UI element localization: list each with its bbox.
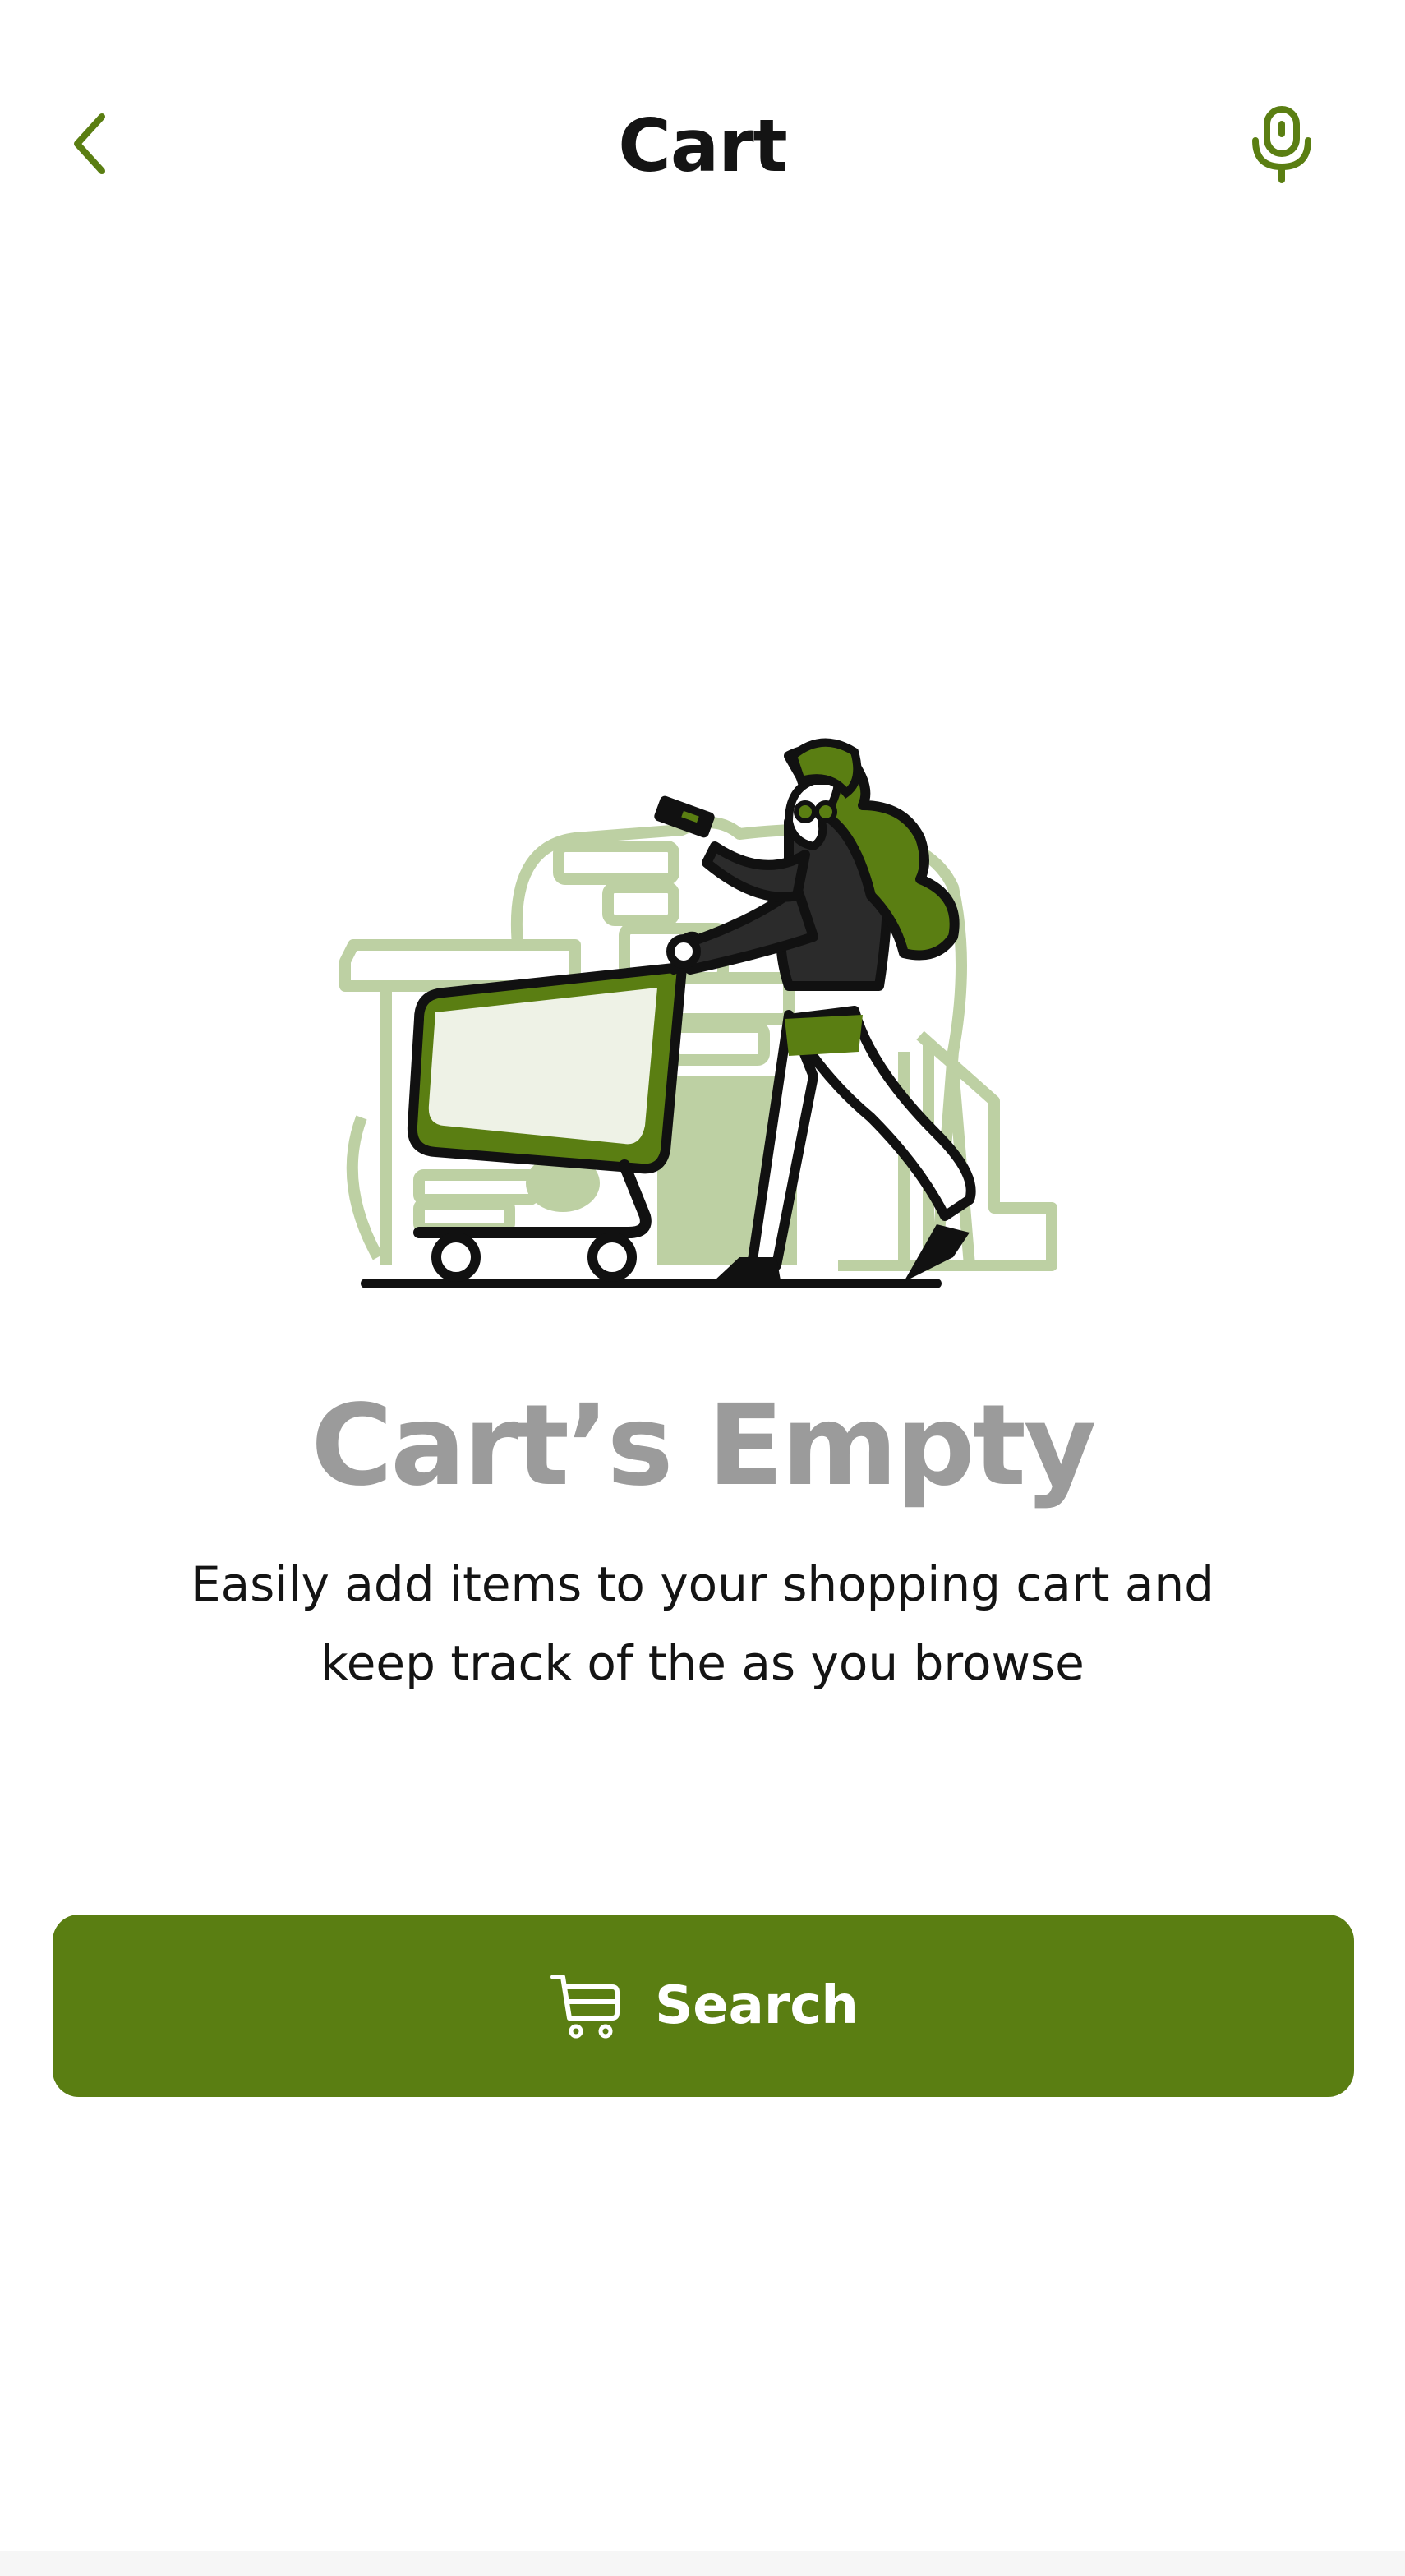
search-button[interactable]: Search [53, 1915, 1354, 2097]
empty-state-title: Cart’s Empty [311, 1381, 1096, 1511]
search-button-label: Search [655, 1975, 859, 2036]
empty-state-description: Easily add items to your shopping cart a… [190, 1556, 1214, 1691]
voice-search-button[interactable] [1241, 99, 1323, 189]
microphone-icon [1252, 106, 1311, 183]
empty-cart-illustration [329, 690, 1076, 1298]
page-title: Cart [618, 104, 787, 188]
cart-screen: Cart Cart’s Empty Easily add items to yo… [0, 0, 1405, 2576]
bottom-edge [0, 2551, 1405, 2576]
app-header: Cart [0, 0, 1405, 247]
shopping-cart-icon [548, 1969, 622, 2043]
